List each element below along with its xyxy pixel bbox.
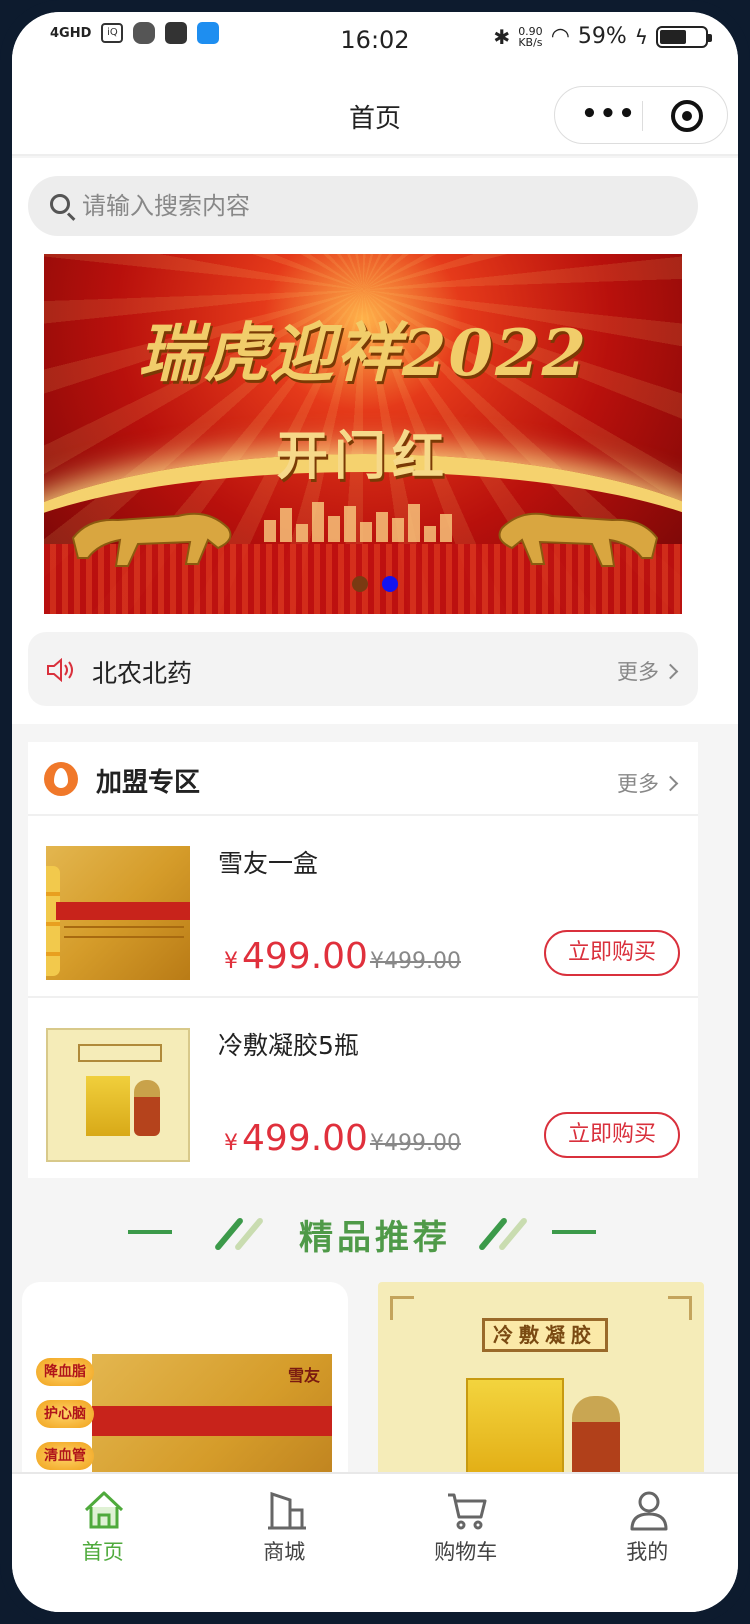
carousel-dot-2[interactable] xyxy=(382,576,398,592)
franchise-section: 加盟专区 更多 雪友一盒 ¥ 499.00 ¥499.00 立即购买 冷敷凝胶5… xyxy=(28,742,698,1178)
search-icon xyxy=(50,194,70,214)
notice-bar[interactable]: 北农北药 更多 xyxy=(28,632,698,706)
search-bar[interactable] xyxy=(28,176,698,236)
card-product-box xyxy=(466,1378,564,1478)
cart-icon xyxy=(448,1493,487,1530)
fire-icon xyxy=(44,762,78,796)
notice-text: 北农北药 xyxy=(92,659,193,688)
banner-skyline xyxy=(264,502,464,542)
currency-symbol: ¥ xyxy=(224,1131,238,1156)
card-product-image: 雪友 xyxy=(92,1354,332,1478)
divider-line-right xyxy=(552,1230,596,1234)
thumbnail-title-frame xyxy=(78,1044,162,1062)
battery-icon xyxy=(656,25,712,48)
status-bar: 4GHD iQ 16:02 ✱ 0.90 KB/s ◠ 59% ϟ xyxy=(12,12,738,68)
banner-section: 瑞虎迎祥2022 开门红 xyxy=(12,254,738,614)
home-icon xyxy=(84,1491,124,1529)
card-product-bottle xyxy=(572,1396,620,1478)
thumbnail-bottle xyxy=(134,1080,160,1136)
tab-mall[interactable]: 商城 xyxy=(194,1474,376,1574)
recommended-card[interactable]: 雪友 降血脂 护心脑 清血管 xyxy=(22,1282,348,1478)
tab-profile-label: 我的 xyxy=(626,1540,669,1564)
navigation-bar: 首页 ••• xyxy=(12,68,738,156)
tab-cart-label: 购物车 xyxy=(434,1540,498,1564)
notice-more-link[interactable]: 更多 xyxy=(617,656,679,686)
product-thumbnail xyxy=(46,846,190,980)
product-price: 499.00 xyxy=(242,1118,368,1159)
franchise-more-link[interactable]: 更多 xyxy=(617,768,679,798)
status-right: ✱ 0.90 KB/s ◠ 59% ϟ xyxy=(493,24,712,49)
card-badge: 降血脂 xyxy=(36,1358,94,1386)
card-brand: 雪友 xyxy=(287,1366,320,1385)
chevron-right-icon xyxy=(662,663,679,679)
phone-frame: 4GHD iQ 16:02 ✱ 0.90 KB/s ◠ 59% ϟ 首页 ••• xyxy=(0,0,750,1624)
notice-section: 北农北药 更多 xyxy=(12,614,738,724)
card-corner-ornament xyxy=(668,1296,692,1320)
recommended-title: 精品推荐 xyxy=(299,1218,451,1258)
product-thumbnail xyxy=(46,1028,190,1162)
wifi-icon: ◠ xyxy=(550,24,570,49)
capsule-divider xyxy=(642,101,643,131)
product-name: 雪友一盒 xyxy=(218,849,319,878)
speaker-icon xyxy=(47,658,73,682)
close-mini-program-button[interactable] xyxy=(671,100,703,132)
original-price: ¥499.00 xyxy=(369,949,461,974)
banner-headline: 瑞虎迎祥2022 xyxy=(137,316,589,391)
tiger-statue-right xyxy=(498,512,659,567)
search-input[interactable] xyxy=(82,184,672,228)
tab-profile[interactable]: 我的 xyxy=(557,1474,739,1574)
bluetooth-icon: ✱ xyxy=(493,24,511,49)
card-badge: 护心脑 xyxy=(36,1400,94,1428)
product-item[interactable]: 冷敷凝胶5瓶 ¥ 499.00 ¥499.00 立即购买 xyxy=(28,1000,698,1180)
more-menu-button[interactable]: ••• xyxy=(579,99,639,129)
building-icon xyxy=(267,1491,306,1530)
thumbnail-decoration xyxy=(46,866,60,976)
franchise-more-label: 更多 xyxy=(617,772,659,796)
notice-more-label: 更多 xyxy=(617,660,659,684)
carousel-dot-1[interactable] xyxy=(352,576,368,592)
search-section xyxy=(12,158,738,254)
price-row: ¥ 499.00 ¥499.00 xyxy=(224,936,461,977)
franchise-title: 加盟专区 xyxy=(96,768,201,798)
carousel-indicators xyxy=(12,576,738,592)
thumbnail-band xyxy=(56,902,190,920)
franchise-header: 加盟专区 更多 xyxy=(28,742,698,816)
original-price: ¥499.00 xyxy=(369,1131,461,1156)
card-badge: 清血管 xyxy=(36,1442,94,1470)
screen: 4GHD iQ 16:02 ✱ 0.90 KB/s ◠ 59% ϟ 首页 ••• xyxy=(12,12,738,1612)
buy-now-button[interactable]: 立即购买 xyxy=(544,1112,680,1158)
banner-carousel[interactable]: 瑞虎迎祥2022 开门红 xyxy=(44,254,682,614)
chevron-right-icon xyxy=(662,775,679,791)
user-icon xyxy=(630,1491,667,1531)
tab-bar: 首页 商城 购物车 我的 xyxy=(12,1472,738,1612)
tab-mall-label: 商城 xyxy=(263,1540,306,1564)
card-corner-ornament xyxy=(390,1296,414,1320)
charging-icon: ϟ xyxy=(634,24,648,49)
card-product-band xyxy=(92,1406,332,1436)
tiger-statue-left xyxy=(71,512,232,567)
recommended-card[interactable]: 冷敷凝胶 xyxy=(378,1282,704,1478)
tab-home-label: 首页 xyxy=(81,1540,124,1564)
thumbnail-box xyxy=(86,1076,130,1136)
network-speed: 0.90 KB/s xyxy=(518,26,543,48)
recommended-header: 精品推荐 xyxy=(12,1208,738,1258)
price-row: ¥ 499.00 ¥499.00 xyxy=(224,1118,461,1159)
mini-program-capsule: ••• xyxy=(554,86,728,144)
battery-percent: 59% xyxy=(577,24,627,49)
speed-unit: KB/s xyxy=(518,35,543,49)
buy-now-button[interactable]: 立即购买 xyxy=(544,930,680,976)
tab-home[interactable]: 首页 xyxy=(12,1474,194,1574)
speed-value: 0.90 xyxy=(518,24,543,38)
product-item[interactable]: 雪友一盒 ¥ 499.00 ¥499.00 立即购买 xyxy=(28,818,698,998)
tab-cart[interactable]: 购物车 xyxy=(375,1474,557,1574)
product-name: 冷敷凝胶5瓶 xyxy=(218,1031,359,1060)
thumbnail-text-lines xyxy=(64,926,184,938)
currency-symbol: ¥ xyxy=(224,949,238,974)
card-product-title: 冷敷凝胶 xyxy=(482,1318,608,1352)
product-price: 499.00 xyxy=(242,936,368,977)
